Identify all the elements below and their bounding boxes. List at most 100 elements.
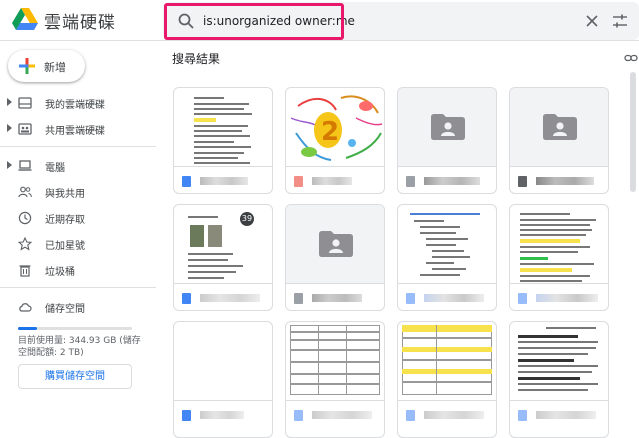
file-card-footer <box>174 166 272 193</box>
file-card-footer <box>398 166 496 193</box>
file-thumbnail <box>286 322 384 400</box>
file-card[interactable] <box>509 321 609 438</box>
sidebar-item-label: 電腦 <box>45 163 65 174</box>
file-name-redacted <box>536 294 598 302</box>
doc-icon <box>406 410 415 421</box>
sidebar-item-label: 已加星號 <box>45 241 85 252</box>
file-name-redacted <box>424 177 480 185</box>
file-thumbnail <box>174 322 272 400</box>
sidebar-item-label: 與我共用 <box>45 189 85 200</box>
file-thumbnail <box>398 88 496 166</box>
file-name-redacted <box>536 411 596 419</box>
sidebar-divider <box>0 287 156 288</box>
storage-usage-bar <box>18 327 132 330</box>
image-icon <box>294 176 303 187</box>
star-icon <box>18 237 32 251</box>
document-preview <box>516 325 604 400</box>
doc-icon <box>182 293 191 304</box>
file-name-redacted <box>424 294 484 302</box>
document-preview <box>518 211 602 283</box>
search-highlight-box <box>164 3 344 40</box>
storage-usage-fill <box>18 327 38 330</box>
file-card[interactable] <box>173 87 273 194</box>
file-card[interactable] <box>509 87 609 194</box>
close-icon[interactable] <box>583 12 601 30</box>
sidebar-item-shared-with-me[interactable]: 與我共用 <box>0 181 156 203</box>
document-preview <box>192 94 256 166</box>
file-card-footer <box>398 283 496 310</box>
file-thumbnail <box>510 88 608 166</box>
file-name-redacted <box>200 411 244 419</box>
people-icon <box>18 186 32 198</box>
clock-icon <box>18 211 32 225</box>
sidebar-item-trash[interactable]: 垃圾桶 <box>0 259 156 281</box>
document-preview <box>408 211 488 283</box>
scrollbar[interactable] <box>630 72 636 192</box>
count-badge: 39 <box>240 212 254 226</box>
sidebar-item-starred[interactable]: 已加星號 <box>0 233 156 255</box>
shared-drive-icon <box>18 123 32 135</box>
file-card-footer <box>286 166 384 193</box>
app-title: 雲端硬碟 <box>44 13 116 33</box>
file-card[interactable] <box>397 321 497 438</box>
sidebar-item-shared-drives[interactable]: 共用雲端硬碟 <box>0 118 156 140</box>
file-name-redacted <box>312 411 372 419</box>
sidebar-item-label: 我的雲端硬碟 <box>45 100 105 111</box>
file-card[interactable] <box>397 204 497 311</box>
shared-folder-icon <box>543 114 577 140</box>
new-button[interactable]: 新增 <box>8 50 85 82</box>
file-card-footer <box>510 400 608 429</box>
file-card[interactable] <box>397 87 497 194</box>
doc-icon <box>182 176 191 187</box>
plus-icon <box>19 58 35 74</box>
file-name-redacted <box>200 294 260 302</box>
top-bar: 雲端硬碟 <box>0 0 639 40</box>
sidebar-item-recent[interactable]: 近期存取 <box>0 207 156 229</box>
file-card-footer <box>510 283 608 310</box>
sidebar-item-storage[interactable]: 儲存空間 <box>0 296 156 318</box>
sidebar-item-label: 共用雲端硬碟 <box>45 126 105 137</box>
file-card-footer <box>398 400 496 429</box>
file-card[interactable] <box>285 204 385 311</box>
doc-icon <box>406 293 415 304</box>
sidebar-item-label: 儲存空間 <box>45 304 85 315</box>
file-card[interactable] <box>509 204 609 311</box>
link-icon[interactable] <box>624 52 638 64</box>
expand-caret-icon[interactable] <box>7 161 12 169</box>
computer-icon <box>18 160 32 171</box>
file-card[interactable]: 39 <box>173 204 273 311</box>
drive-icon <box>18 97 32 109</box>
svg-text:2: 2 <box>321 117 339 147</box>
file-thumbnail <box>398 322 496 400</box>
file-card-footer <box>174 400 272 429</box>
shared-folder-icon <box>431 114 465 140</box>
cloud-icon <box>19 303 32 312</box>
file-card-footer <box>174 283 272 310</box>
file-card[interactable] <box>173 321 273 438</box>
file-thumbnail <box>174 88 272 166</box>
file-name-redacted <box>312 294 362 302</box>
expand-caret-icon[interactable] <box>7 124 12 132</box>
file-name-redacted <box>312 177 352 185</box>
sidebar-item-computers[interactable]: 電腦 <box>0 155 156 177</box>
file-thumbnail <box>510 205 608 283</box>
expand-caret-icon[interactable] <box>7 98 12 106</box>
file-card[interactable]: 2 <box>285 87 385 194</box>
doc-icon <box>518 410 527 421</box>
file-name-redacted <box>536 177 594 185</box>
file-thumbnail <box>510 322 608 400</box>
storage-usage-text: 目前使用量: 344.93 GB (儲存空間配額: 2 TB) <box>18 336 141 358</box>
drive-logo-icon[interactable] <box>12 7 38 31</box>
file-card-footer <box>286 400 384 429</box>
file-card[interactable] <box>285 321 385 438</box>
document-preview <box>402 325 494 400</box>
file-card-footer <box>286 283 384 310</box>
sidebar-item-my-drive[interactable]: 我的雲端硬碟 <box>0 92 156 114</box>
file-thumbnail <box>398 205 496 283</box>
header-divider <box>0 40 639 41</box>
search-options-icon[interactable] <box>611 12 629 30</box>
page-title: 搜尋結果 <box>172 52 221 66</box>
buy-storage-button[interactable]: 購買儲存空間 <box>18 364 132 389</box>
file-name-redacted <box>200 177 248 185</box>
sidebar-item-label: 近期存取 <box>45 215 85 226</box>
